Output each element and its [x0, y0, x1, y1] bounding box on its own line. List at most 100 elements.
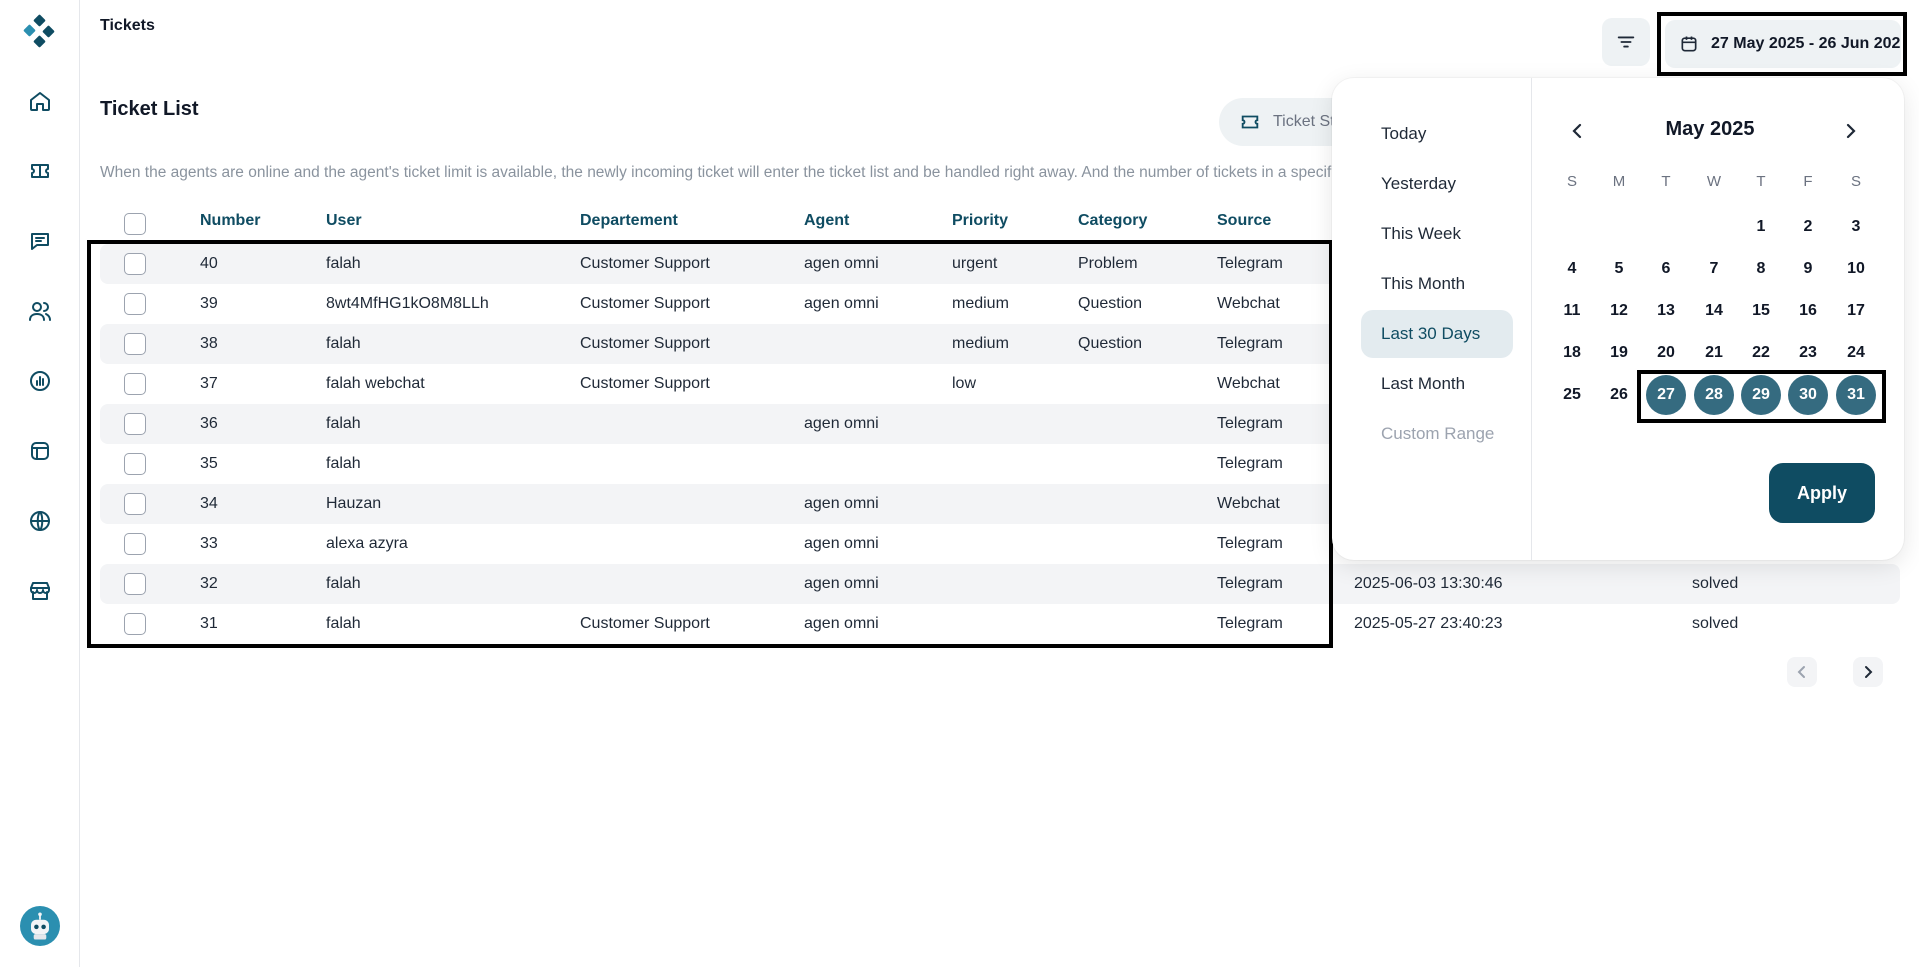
users-icon[interactable]	[25, 296, 55, 326]
calendar-day[interactable]: 26	[1599, 375, 1639, 415]
preset-last-30-days[interactable]: Last 30 Days	[1361, 310, 1513, 358]
calendar-day[interactable]: 27	[1646, 375, 1686, 415]
column-header-user[interactable]: User	[326, 212, 362, 230]
cell-priority: urgent	[952, 255, 998, 272]
row-checkbox[interactable]	[124, 413, 146, 435]
cell-status: solved	[1692, 615, 1739, 632]
row-checkbox[interactable]	[124, 453, 146, 475]
calendar-day[interactable]: 25	[1552, 375, 1592, 415]
chevron-right-icon	[1846, 123, 1856, 139]
preset-this-month[interactable]: This Month	[1361, 260, 1513, 308]
column-header-number[interactable]: Number	[200, 212, 260, 230]
column-header-category[interactable]: Category	[1078, 212, 1147, 230]
home-icon[interactable]	[25, 86, 55, 116]
cell-source: Telegram	[1217, 335, 1283, 352]
row-checkbox[interactable]	[124, 573, 146, 595]
calendar-day[interactable]: 28	[1694, 375, 1734, 415]
select-all-checkbox[interactable]	[124, 213, 146, 235]
calendar-day[interactable]: 11	[1552, 291, 1592, 331]
calendar-day[interactable]: 6	[1646, 249, 1686, 289]
column-header-agent[interactable]: Agent	[804, 212, 849, 230]
cell-number: 34	[200, 495, 218, 512]
calendar-day[interactable]: 21	[1694, 333, 1734, 373]
cell-source: Telegram	[1217, 535, 1283, 552]
calendar-day[interactable]: 9	[1788, 249, 1828, 289]
report-icon[interactable]	[25, 366, 55, 396]
calendar-day[interactable]: 16	[1788, 291, 1828, 331]
filter-button[interactable]	[1602, 18, 1650, 66]
prev-month-button[interactable]	[1564, 117, 1592, 145]
apply-button[interactable]: Apply	[1769, 463, 1875, 523]
row-checkbox[interactable]	[124, 533, 146, 555]
calendar-day[interactable]: 30	[1788, 375, 1828, 415]
calendar-day[interactable]: 2	[1788, 207, 1828, 247]
calendar-day[interactable]: 15	[1741, 291, 1781, 331]
preset-custom-range[interactable]: Custom Range	[1361, 410, 1513, 458]
preset-this-week[interactable]: This Week	[1361, 210, 1513, 258]
row-checkbox[interactable]	[124, 253, 146, 275]
calendar-day[interactable]: 29	[1741, 375, 1781, 415]
weekday-label: M	[1612, 173, 1626, 190]
cell-agent: agen omni	[804, 495, 879, 512]
cell-user: falah	[326, 575, 361, 592]
app-logo-icon[interactable]	[22, 14, 58, 50]
next-month-button[interactable]	[1836, 117, 1864, 145]
cell-agent: agen omni	[804, 255, 879, 272]
calendar-day[interactable]: 3	[1836, 207, 1876, 247]
calendar-day[interactable]: 18	[1552, 333, 1592, 373]
cell-source: Telegram	[1217, 255, 1283, 272]
sidebar	[0, 0, 80, 967]
table-row[interactable]: 32 falah agen omni Telegram 2025-06-03 13:30…	[100, 564, 1900, 604]
row-checkbox[interactable]	[124, 293, 146, 315]
store-icon[interactable]	[25, 576, 55, 606]
chat-icon[interactable]	[25, 226, 55, 256]
calendar-day[interactable]: 4	[1552, 249, 1592, 289]
cell-priority: medium	[952, 335, 1009, 352]
row-checkbox[interactable]	[124, 333, 146, 355]
cell-user: falah	[326, 255, 361, 272]
next-page-button[interactable]	[1853, 657, 1883, 687]
calendar-day[interactable]: 10	[1836, 249, 1876, 289]
prev-page-button[interactable]	[1787, 657, 1817, 687]
calendar-day[interactable]: 24	[1836, 333, 1876, 373]
preset-today[interactable]: Today	[1361, 110, 1513, 158]
cell-agent: agen omni	[804, 295, 879, 312]
cell-priority: medium	[952, 295, 1009, 312]
cell-number: 35	[200, 455, 218, 472]
column-header-priority[interactable]: Priority	[952, 212, 1008, 230]
column-header-source[interactable]: Source	[1217, 212, 1271, 230]
ticket-icon	[1241, 115, 1259, 129]
date-range-button[interactable]: 27 May 2025 - 26 Jun 2025	[1665, 20, 1901, 68]
calendar-day[interactable]: 20	[1646, 333, 1686, 373]
calendar-day[interactable]: 17	[1836, 291, 1876, 331]
ticket-icon[interactable]	[25, 156, 55, 186]
weekday-label: S	[1850, 173, 1861, 190]
cell-number: 32	[200, 575, 218, 592]
row-checkbox[interactable]	[124, 493, 146, 515]
cell-number: 38	[200, 335, 218, 352]
preset-last-month[interactable]: Last Month	[1361, 360, 1513, 408]
cell-source: Telegram	[1217, 615, 1283, 632]
calendar-day[interactable]: 19	[1599, 333, 1639, 373]
calendar-day[interactable]: 8	[1741, 249, 1781, 289]
bot-avatar-icon[interactable]	[20, 906, 60, 946]
calendar-day[interactable]: 5	[1599, 249, 1639, 289]
template-icon[interactable]	[25, 436, 55, 466]
cell-user: Hauzan	[326, 495, 382, 512]
row-checkbox[interactable]	[124, 613, 146, 635]
calendar-day[interactable]: 13	[1646, 291, 1686, 331]
row-checkbox[interactable]	[124, 373, 146, 395]
calendar-day[interactable]: 31	[1836, 375, 1876, 415]
calendar-day[interactable]: 7	[1694, 249, 1734, 289]
calendar-day[interactable]: 22	[1741, 333, 1781, 373]
calendar-day[interactable]: 1	[1741, 207, 1781, 247]
cell-user: falah	[326, 615, 361, 632]
table-row[interactable]: 31 falah Customer Support agen omni Telegram…	[100, 604, 1900, 644]
calendar-day[interactable]: 23	[1788, 333, 1828, 373]
preset-yesterday[interactable]: Yesterday	[1361, 160, 1513, 208]
column-header-department[interactable]: Departement	[580, 212, 678, 230]
calendar-day[interactable]: 12	[1599, 291, 1639, 331]
cell-category: Question	[1078, 295, 1143, 312]
calendar-day[interactable]: 14	[1694, 291, 1734, 331]
globe-icon[interactable]	[25, 506, 55, 536]
